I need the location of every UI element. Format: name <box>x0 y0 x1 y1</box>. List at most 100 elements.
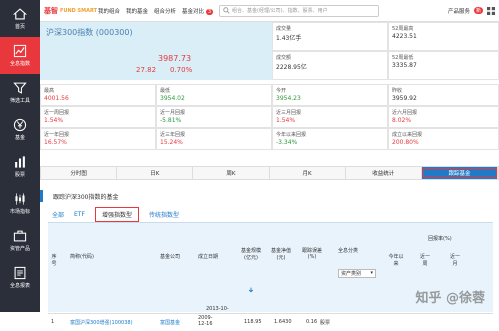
sidebar-item-filter[interactable]: 筛选工具 <box>0 74 40 111</box>
sidebar-item-stock[interactable]: 股票 <box>0 148 40 185</box>
stat-value: 200.80% <box>392 139 419 146</box>
stat-label: 近三年回报 <box>160 131 185 138</box>
stat-label: 52周最低 <box>392 54 413 61</box>
sidebar-item-label: 首页 <box>15 23 25 30</box>
briefcase-icon <box>13 229 27 243</box>
stat-value: -5.81% <box>160 117 181 124</box>
col-date[interactable]: 成立日期 <box>198 253 218 260</box>
col-returns: 回报率(%) <box>428 235 452 242</box>
sidebar-item-fund[interactable]: 基金 <box>0 111 40 148</box>
stat-value: 1.43亿手 <box>276 33 301 42</box>
search-icon <box>223 7 230 14</box>
row-category: 股票 <box>320 319 330 326</box>
col-category: 全息分类 <box>338 247 358 254</box>
search-input[interactable]: 组合、基金(经理/公司)、指数、股票、用户 <box>219 5 379 17</box>
stat-value: 3959.92 <box>392 95 417 102</box>
stat-cell: 近六月回报8.02% <box>388 106 499 128</box>
grid-icon[interactable] <box>487 7 495 15</box>
category-select[interactable]: 资产类别 ▾ <box>338 269 376 278</box>
fund-change-pct: 0.70% <box>170 66 192 74</box>
stat-label: 近一周回报 <box>44 109 69 116</box>
product-service-link[interactable]: 产品服务 <box>448 7 470 15</box>
col-company[interactable]: 基金公司 <box>160 253 180 260</box>
nav-fund-compare-label: 基金对比 <box>182 9 204 15</box>
sort-down-icon[interactable] <box>248 287 254 293</box>
sidebar-item-report[interactable]: 全息报表 <box>0 259 40 296</box>
stat-label: 今年以来回报 <box>276 131 306 138</box>
stat-value: 15.24% <box>160 139 183 146</box>
stat-label: 最低 <box>160 87 170 94</box>
stat-label: 近六月回报 <box>392 109 417 116</box>
subtab-traditional[interactable]: 传统指数型 <box>149 210 179 219</box>
sidebar-item-label: 全息指数 <box>10 60 30 67</box>
row-fund-name[interactable]: 富国沪深300增强(100038) <box>70 319 133 326</box>
sidebar-item-label: 全息报表 <box>10 282 30 289</box>
fund-change: 27.82 <box>136 66 156 74</box>
tab-tracking-funds[interactable]: 跟踪基金 <box>422 167 498 179</box>
stat-cell: 成立以来回报200.80% <box>388 128 499 150</box>
bar-chart-icon <box>13 155 27 169</box>
top-bar: 基智 FUND SMART 我的组合 我的基金 组合分析 基金对比 3 组合、基… <box>40 0 499 22</box>
nav-my-portfolio[interactable]: 我的组合 <box>98 7 120 15</box>
sidebar-item-label: 筛选工具 <box>10 97 30 104</box>
row-company[interactable]: 富国基金 <box>160 319 180 326</box>
stat-label: 近一月回报 <box>160 109 185 116</box>
subtab-enhanced[interactable]: 增强指数型 <box>95 207 139 222</box>
stat-cell: 最高4001.56 <box>40 84 156 106</box>
tab-daily-k[interactable]: 日K <box>117 167 193 179</box>
tab-weekly-k[interactable]: 周K <box>193 167 269 179</box>
stat-label: 成交量 <box>276 25 291 32</box>
next-row-date: 2013-10- <box>206 306 229 312</box>
nav-portfolio-analysis[interactable]: 组合分析 <box>154 7 176 15</box>
new-badge: 新 <box>474 7 483 14</box>
sidebar-item-label: 市场指标 <box>10 208 30 215</box>
trend-icon <box>13 44 27 58</box>
sidebar-item-home[interactable]: 首页 <box>0 0 40 37</box>
logo[interactable]: 基智 FUND SMART <box>40 0 98 22</box>
chevron-down-icon: ▾ <box>370 270 373 276</box>
col-1w[interactable]: 近一周 <box>418 253 432 267</box>
stat-value: 1.54% <box>44 117 63 124</box>
logo-main: 基智 <box>44 6 58 16</box>
col-name[interactable]: 简称(代码) <box>70 253 94 260</box>
row-nav: 1.6430 <box>274 319 292 325</box>
yen-icon <box>13 118 27 132</box>
stat-label: 成交额 <box>276 54 291 61</box>
stat-cell: 近三年回报15.24% <box>156 128 272 150</box>
col-ytd[interactable]: 今年以来 <box>388 253 404 267</box>
stat-label: 成立以来回报 <box>392 131 422 138</box>
tab-intraday[interactable]: 分时图 <box>41 167 117 179</box>
home-icon <box>13 7 27 21</box>
sidebar-item-market[interactable]: 市场指标 <box>0 185 40 222</box>
col-size[interactable]: 基金规模(亿元) <box>240 247 262 261</box>
sidebar-item-label: 基金 <box>15 134 25 141</box>
nav-my-fund[interactable]: 我的基金 <box>126 7 148 15</box>
stat-cell: 近一月回报-5.81% <box>156 106 272 128</box>
stat-cell: 近三月回报1.54% <box>272 106 388 128</box>
sidebar-item-asset[interactable]: 资管产品 <box>0 222 40 259</box>
tab-monthly-k[interactable]: 月K <box>270 167 346 179</box>
top-right: 产品服务 新 <box>448 7 499 15</box>
stat-label: 近一年回报 <box>44 131 69 138</box>
sidebar-item-index[interactable]: 全息指数 <box>0 37 40 74</box>
subtab-etf[interactable]: ETF <box>74 211 85 218</box>
sidebar: 首页 全息指数 筛选工具 基金 股票 市场指标 资管产品 全息报表 <box>0 0 40 312</box>
stat-label: 今开 <box>276 87 286 94</box>
stat-cell: 近一周回报1.54% <box>40 106 156 128</box>
col-tracking-error[interactable]: 跟踪误差(%) <box>301 247 323 260</box>
stat-value: 8.02% <box>392 117 411 124</box>
col-nav[interactable]: 基金净值(元) <box>270 247 292 261</box>
stat-value: 3954.02 <box>160 95 185 102</box>
sidebar-item-label: 资管产品 <box>10 245 30 252</box>
stat-label: 近三月回报 <box>276 109 301 116</box>
sidebar-item-label: 股票 <box>15 171 25 178</box>
nav-fund-compare[interactable]: 基金对比 3 <box>182 7 213 15</box>
table-row[interactable]: 1 富国沪深300增强(100038) 富国基金 2009-12-16 118.… <box>48 313 493 331</box>
col-1m[interactable]: 近一月 <box>448 253 462 267</box>
tab-return-stats[interactable]: 收益统计 <box>346 167 422 179</box>
stat-value: 2228.95亿 <box>276 62 307 71</box>
stat-label: 52周最高 <box>392 25 413 32</box>
row-date: 2009-12-16 <box>198 315 220 327</box>
subtab-all[interactable]: 全部 <box>52 210 64 219</box>
report-icon <box>13 266 27 280</box>
